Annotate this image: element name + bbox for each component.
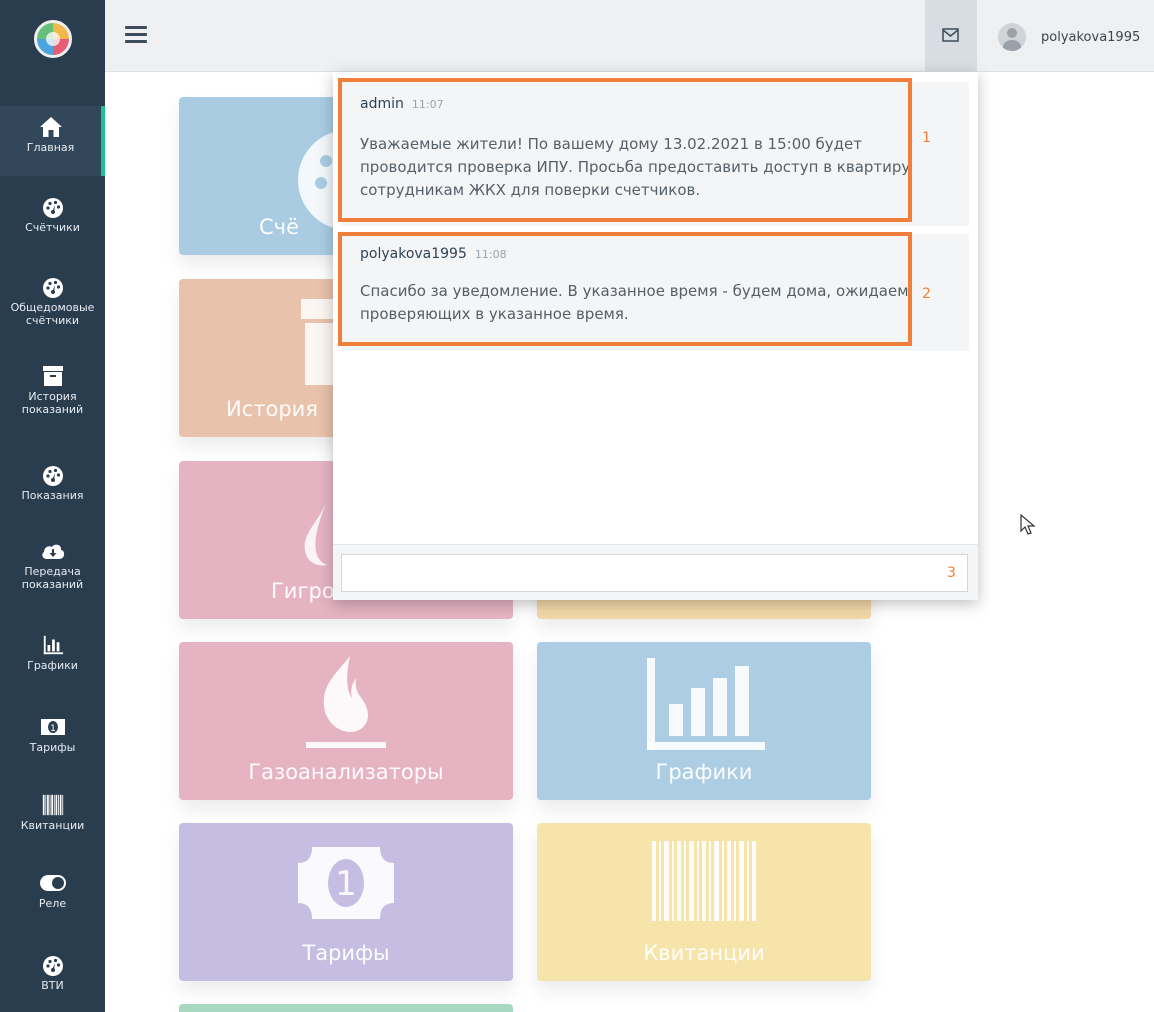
mouse-pointer-icon — [1020, 514, 1036, 535]
sidebar-item-readings[interactable]: Показания — [0, 464, 105, 502]
sidebar-item-label: Графики — [27, 659, 78, 672]
sidebar-item-label: Общедомовые счётчики — [10, 301, 95, 327]
messages-button[interactable] — [925, 0, 977, 72]
username: polyakova1995 — [1041, 29, 1141, 45]
sidebar-item-label: Показания — [21, 489, 84, 502]
sidebar-item-label: ВТИ — [41, 979, 64, 992]
svg-text:1: 1 — [335, 864, 357, 904]
dashboard-gauge-icon — [42, 198, 63, 218]
home-icon — [39, 117, 62, 137]
money-bill-icon: 1 — [298, 847, 394, 919]
money-bill-icon: 1 — [40, 719, 65, 735]
annotation-marker: 1 — [922, 130, 931, 146]
annotation-marker: 3 — [947, 565, 956, 581]
sidebar-item-label: Тарифы — [29, 741, 76, 754]
annotation-marker: 2 — [922, 286, 931, 302]
sidebar-item-label: Счётчики — [25, 221, 80, 234]
sidebar: Главная Счётчики Общедомовые счётчики Ис… — [0, 0, 105, 1012]
user-menu[interactable]: polyakova1995 — [998, 22, 1140, 52]
bar-chart-icon — [647, 658, 765, 750]
archive-box-icon — [42, 366, 63, 386]
fire-icon — [306, 656, 386, 748]
dashboard-gauge-icon — [42, 278, 63, 298]
tile-tariffs[interactable]: 1 Тарифы — [179, 823, 513, 981]
tile-label: Тарифы — [302, 941, 390, 965]
sidebar-item-meters[interactable]: Счётчики — [0, 196, 105, 234]
sidebar-item-submit-readings[interactable]: Передача показаний — [0, 540, 105, 591]
sidebar-item-receipts[interactable]: Квитанции — [0, 794, 105, 832]
sidebar-item-tariffs[interactable]: 1 Тарифы — [0, 716, 105, 754]
barcode-icon — [652, 841, 756, 921]
tile-label: Квитанции — [643, 941, 765, 965]
sidebar-item-charts[interactable]: Графики — [0, 634, 105, 672]
cloud-download-icon — [41, 544, 64, 559]
logo-center — [46, 32, 60, 46]
hamburger-menu-icon — [125, 40, 147, 43]
tile-partial[interactable] — [179, 1004, 513, 1012]
sidebar-item-label: Передача показаний — [21, 565, 84, 591]
highlight-frame — [338, 78, 912, 222]
toggle-icon — [39, 875, 66, 891]
sidebar-item-vti[interactable]: ВТИ — [0, 954, 105, 992]
hamburger-menu-icon — [125, 33, 147, 36]
messages-popup: admin 11:07 Уважаемые жители! По вашему д… — [333, 72, 978, 600]
tile-label: Газоанализаторы — [248, 760, 444, 784]
dashboard-gauge-icon — [42, 466, 63, 486]
top-bar: polyakova1995 — [105, 0, 1154, 72]
envelope-icon — [942, 28, 959, 42]
sidebar-item-history[interactable]: История показаний — [0, 365, 105, 416]
sidebar-item-label: История показаний — [21, 390, 84, 416]
sidebar-item-label: Главная — [26, 141, 75, 154]
sidebar-item-label: Реле — [38, 897, 67, 910]
hamburger-menu-icon — [125, 26, 147, 29]
sidebar-item-home[interactable]: Главная — [0, 106, 105, 176]
svg-text:1: 1 — [50, 724, 56, 734]
menu-toggle-button[interactable] — [125, 26, 147, 44]
bar-chart-icon — [43, 635, 63, 655]
tile-label: Графики — [655, 760, 753, 784]
sidebar-item-relay[interactable]: Реле — [0, 872, 105, 910]
tile-charts[interactable]: Графики — [537, 642, 871, 800]
dashboard-gauge-icon — [42, 956, 63, 976]
tile-gas-analyzers[interactable]: Газоанализаторы — [179, 642, 513, 800]
sidebar-item-common-meters[interactable]: Общедомовые счётчики — [0, 276, 105, 327]
avatar — [998, 23, 1026, 51]
message-input[interactable] — [341, 554, 968, 592]
app-logo[interactable] — [34, 20, 72, 58]
chat-input-area: 3 — [333, 544, 978, 600]
tile-receipts[interactable]: Квитанции — [537, 823, 871, 981]
barcode-icon — [42, 794, 63, 816]
highlight-frame — [338, 232, 912, 346]
sidebar-item-label: Квитанции — [20, 819, 85, 832]
